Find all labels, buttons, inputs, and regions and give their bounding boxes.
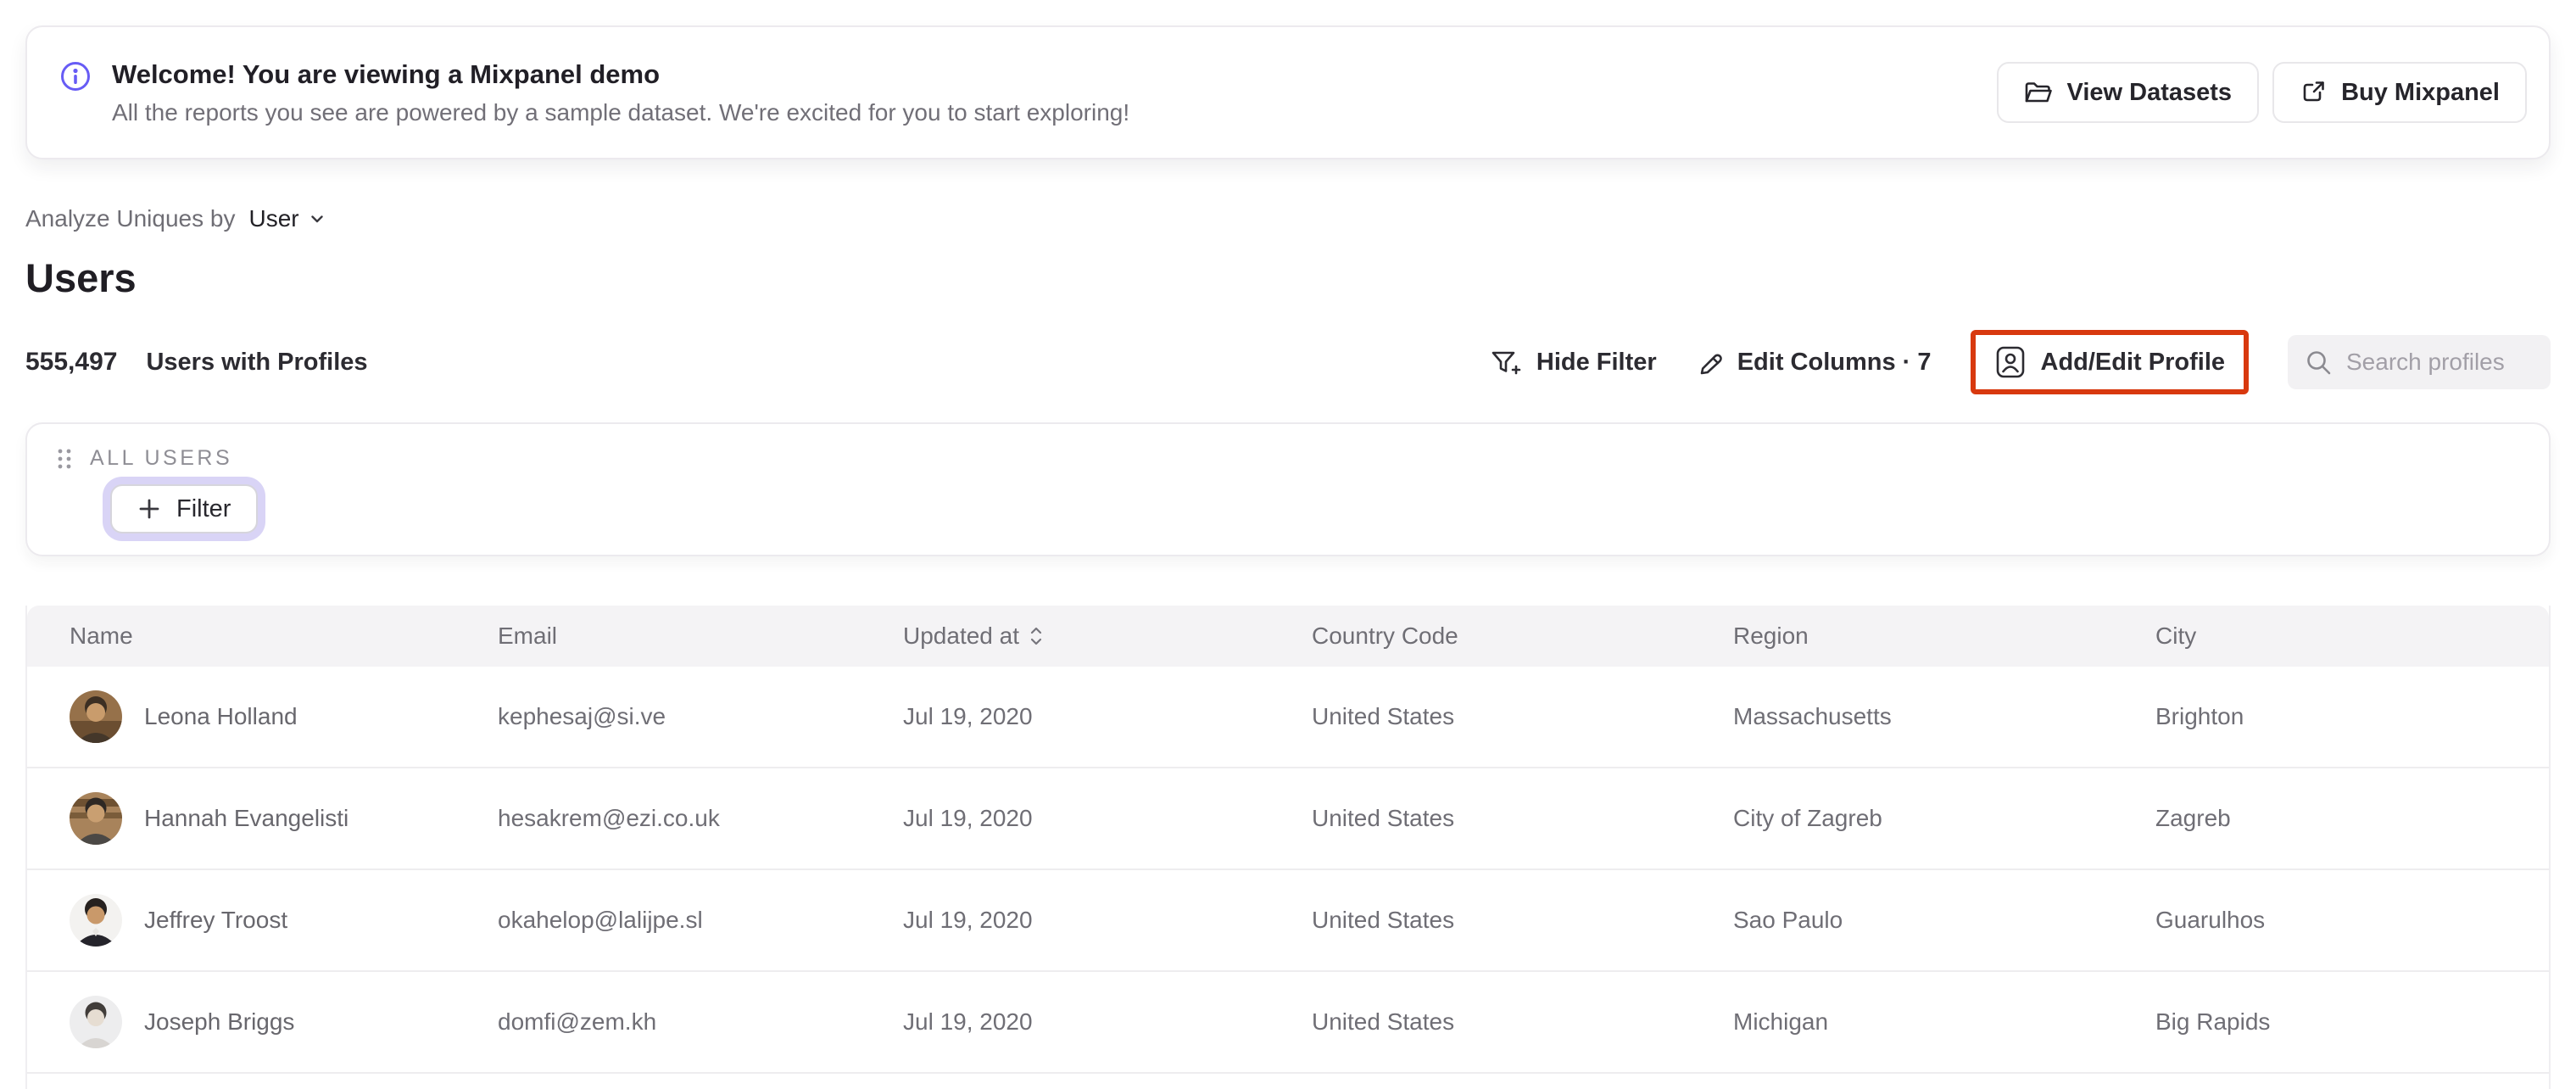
updated-at-cell: Jul 19, 2020 [903,805,1033,831]
column-header-region[interactable]: Region [1733,623,2155,650]
column-header-name[interactable]: Name [70,623,498,650]
column-header-name-label: Name [70,623,133,649]
country-code-cell: United States [1312,907,1455,933]
filter-group-label: ALL USERS [90,446,233,470]
banner-title: Welcome! You are viewing a Mixpanel demo [112,59,661,89]
user-name: Hannah Evangelisti [144,805,349,831]
person-badge-icon [1996,346,2024,378]
add-edit-profile-button[interactable]: Add/Edit Profile [1994,345,2226,379]
name-cell: Jeffrey Troost [70,894,498,947]
column-header-city[interactable]: City [2155,623,2549,650]
page-title: Users [25,255,137,300]
column-header-country-code-label: Country Code [1312,623,1458,649]
search-input[interactable] [2345,348,2534,377]
table-row[interactable]: Joseph Briggs domfi@zem.kh Jul 19, 2020 … [27,972,2549,1074]
table-header: Name Email Updated at Country Code Regio… [27,606,2549,667]
search-icon [2307,351,2331,375]
add-edit-profile-label: Add/Edit Profile [2040,348,2226,376]
search-profiles-box[interactable] [2288,335,2551,389]
annotation-highlight-box: Add/Edit Profile [1970,330,2249,394]
view-datasets-label: View Datasets [2066,78,2233,106]
region-cell: Michigan [1733,1008,1829,1035]
user-name: Joseph Briggs [144,1008,295,1035]
column-header-country-code[interactable]: Country Code [1312,623,1733,650]
filter-panel: ALL USERS Filter [25,422,2551,556]
breakdown-value: User [248,205,299,232]
name-cell: Joseph Briggs [70,996,498,1048]
sort-arrows-icon[interactable] [1029,624,1043,648]
updated-at-cell: Jul 19, 2020 [903,1008,1033,1035]
banner-subtitle: All the reports you see are powered by a… [112,98,1130,126]
profiles-count-label: Users with Profiles [146,348,368,376]
profiles-count: 555,497 [25,348,118,376]
buy-mixpanel-label: Buy Mixpanel [2341,78,2500,106]
hide-filter-button[interactable]: Hide Filter [1490,349,1657,377]
users-table: Name Email Updated at Country Code Regio… [25,606,2551,1089]
breakdown-label: Analyze Uniques by [25,205,236,232]
users-page: Welcome! You are viewing a Mixpanel demo… [0,0,2576,1089]
pencil-icon [1700,354,1722,375]
breakdown-row: Analyze Uniques by User [25,205,2551,232]
funnel-plus-icon [1492,351,1521,375]
edit-columns-label: Edit Columns · 7 [1737,348,1932,376]
column-header-updated-at[interactable]: Updated at [903,623,1312,650]
info-icon [61,61,90,91]
avatar [70,996,122,1048]
chevron-down-icon [310,215,323,223]
country-code-cell: United States [1312,805,1455,831]
filter-group-header: ALL USERS [56,446,2549,471]
avatar [70,690,122,743]
folder-open-icon [2025,82,2052,103]
country-code-cell: United States [1312,703,1455,729]
country-code-cell: United States [1312,1008,1455,1035]
column-header-updated-at-label: Updated at [903,623,1019,649]
buy-mixpanel-button[interactable]: Buy Mixpanel [2272,62,2527,123]
name-cell: Hannah Evangelisti [70,792,498,845]
city-cell: Big Rapids [2155,1008,2271,1035]
table-row[interactable]: Leona Holland kephesaj@si.ve Jul 19, 202… [27,667,2549,768]
city-cell: Zagreb [2155,805,2231,831]
city-cell: Guarulhos [2155,907,2266,933]
name-cell: Leona Holland [70,690,498,743]
drag-handle-icon[interactable] [56,447,73,471]
column-header-email-label: Email [498,623,558,649]
toolbar: Hide Filter Edit Columns · 7 Add/Edit Pr… [1490,330,2551,394]
email-cell: hesakrem@ezi.co.uk [498,805,720,831]
add-filter-label: Filter [176,494,231,522]
view-datasets-button[interactable]: View Datasets [1996,62,2260,123]
stats-toolbar-row: 555,497 Users with Profiles Hide Filter … [25,327,2551,397]
avatar [70,792,122,845]
region-cell: Massachusetts [1733,703,1892,729]
external-link-icon [2303,81,2324,102]
email-cell: kephesaj@si.ve [498,703,666,729]
column-header-region-label: Region [1733,623,1809,649]
edit-columns-button[interactable]: Edit Columns · 7 [1696,349,1932,377]
city-cell: Brighton [2155,703,2244,729]
region-cell: City of Zagreb [1733,805,1882,831]
table-row[interactable]: Jeffrey Troost okahelop@lalijpe.sl Jul 1… [27,870,2549,972]
updated-at-cell: Jul 19, 2020 [903,907,1033,933]
plus-icon [139,499,159,519]
column-header-email[interactable]: Email [498,623,903,650]
add-filter-button[interactable]: Filter [110,484,259,533]
avatar [70,894,122,947]
banner-message: Welcome! You are viewing a Mixpanel demo… [59,59,1129,127]
email-cell: domfi@zem.kh [498,1008,657,1035]
email-cell: okahelop@lalijpe.sl [498,907,703,933]
table-row-partial [27,1074,2549,1089]
demo-banner: Welcome! You are viewing a Mixpanel demo… [25,25,2551,159]
table-row[interactable]: Hannah Evangelisti hesakrem@ezi.co.uk Ju… [27,768,2549,870]
banner-actions: View Datasets Buy Mixpanel [1996,62,2527,123]
banner-text: Welcome! You are viewing a Mixpanel demo… [112,59,1129,127]
updated-at-cell: Jul 19, 2020 [903,703,1033,729]
region-cell: Sao Paulo [1733,907,1843,933]
breakdown-selector[interactable]: User [248,205,326,232]
user-name: Leona Holland [144,703,298,729]
column-header-city-label: City [2155,623,2197,649]
hide-filter-label: Hide Filter [1536,348,1657,376]
user-name: Jeffrey Troost [144,907,288,933]
